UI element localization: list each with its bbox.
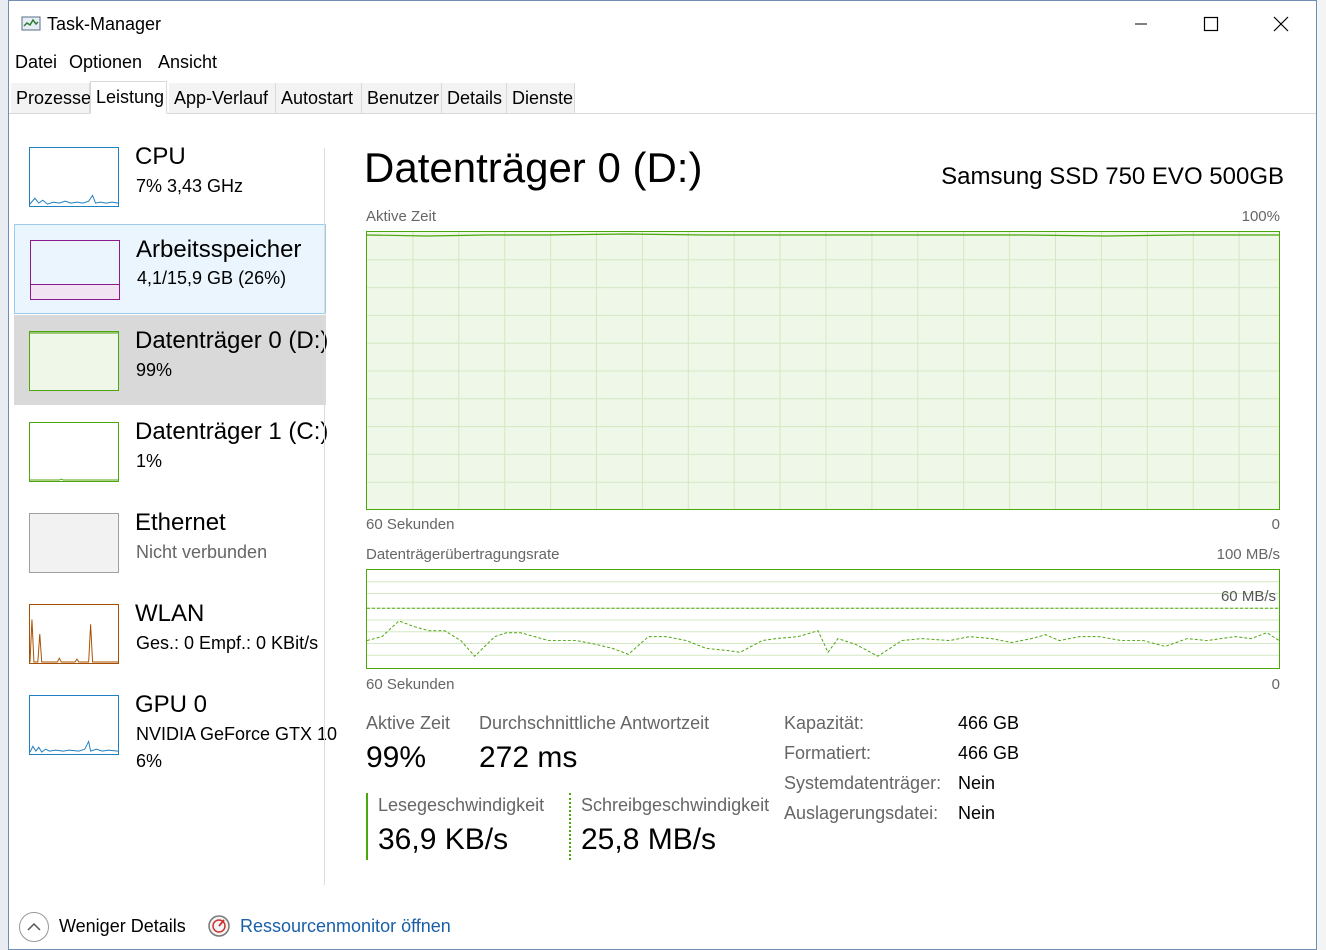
graph2-mid-label: 60 MB/s — [1220, 588, 1276, 605]
sidebar-item-disk-0[interactable]: Datenträger 0 (D:) 99% — [14, 315, 329, 405]
graph1-max: 100% — [1241, 208, 1280, 225]
sidebar-disk0-value: 99% — [136, 360, 173, 380]
page-title: Datenträger 0 (D:) — [364, 144, 703, 191]
task-manager-window: Task-Manager Datei Optionen Ansicht Proz… — [8, 0, 1317, 950]
write-speed-label: Schreibgeschwindigkeit — [581, 795, 770, 815]
sidebar-memory-value: 4,1/15,9 GB (26%) — [137, 268, 287, 288]
tab-leistung[interactable]: Leistung — [90, 81, 167, 114]
read-speed-value: 36,9 KB/s — [378, 823, 509, 856]
performance-sidebar: CPU 7% 3,43 GHz Arbeitsspeicher 4,1/15,9… — [14, 131, 337, 891]
menu-optionen[interactable]: Optionen — [69, 52, 142, 73]
active-time-graph — [366, 231, 1280, 510]
sidebar-disk1-title: Datenträger 1 (C:) — [135, 418, 329, 445]
read-speed-marker — [366, 793, 368, 860]
maximize-icon — [1203, 16, 1219, 32]
graph1-label: Aktive Zeit — [366, 208, 437, 225]
tab-dienste[interactable]: Dienste — [507, 83, 575, 113]
tab-app-verlauf[interactable]: App-Verlauf — [169, 83, 276, 113]
minimize-button[interactable] — [1106, 1, 1176, 47]
gpu-thumbnail-graph — [29, 695, 119, 755]
tab-details[interactable]: Details — [442, 83, 507, 113]
response-time-label: Durchschnittliche Antwortzeit — [479, 713, 710, 733]
sidebar-item-ethernet[interactable]: Ethernet Nicht verbunden — [14, 497, 326, 587]
capacity-label: Kapazität: — [784, 713, 865, 733]
menu-datei[interactable]: Datei — [15, 52, 57, 73]
capacity-value: 466 GB — [958, 713, 1020, 733]
device-name: Samsung SSD 750 EVO 500GB — [941, 163, 1284, 190]
sidebar-divider — [324, 148, 325, 885]
fewer-details-label[interactable]: Weniger Details — [59, 916, 186, 937]
open-resource-monitor-link[interactable]: Ressourcenmonitor öffnen — [240, 916, 451, 937]
sidebar-cpu-title: CPU — [135, 143, 186, 170]
sidebar-item-cpu[interactable]: CPU 7% 3,43 GHz — [14, 131, 326, 221]
tab-autostart[interactable]: Autostart — [276, 83, 362, 113]
sidebar-gpu-name: NVIDIA GeForce GTX 10 — [136, 724, 338, 744]
tab-prozesse[interactable]: Prozesse — [11, 83, 91, 113]
sidebar-disk1-value: 1% — [136, 451, 163, 471]
sidebar-item-memory[interactable]: Arbeitsspeicher 4,1/15,9 GB (26%) — [14, 224, 326, 314]
graph2-label: Datenträgerübertragungsrate — [366, 546, 560, 563]
close-button[interactable] — [1246, 1, 1316, 47]
minimize-icon — [1135, 23, 1147, 25]
active-time-value: 99% — [366, 741, 427, 774]
sidebar-item-gpu[interactable]: GPU 0 NVIDIA GeForce GTX 10 6% — [14, 679, 337, 771]
tab-benutzer[interactable]: Benutzer — [362, 83, 442, 113]
write-speed-marker — [569, 793, 571, 860]
footer: Weniger Details Ressourcenmonitor öffnen — [9, 906, 1316, 950]
page-file-label: Auslagerungsdatei: — [784, 803, 939, 823]
sidebar-item-disk-1[interactable]: Datenträger 1 (C:) 1% — [14, 406, 329, 496]
write-speed-value: 25,8 MB/s — [581, 823, 717, 856]
title-bar[interactable]: Task-Manager — [9, 1, 1316, 47]
sidebar-wlan-title: WLAN — [135, 600, 205, 627]
graph2-max: 100 MB/s — [1216, 546, 1280, 563]
menu-ansicht[interactable]: Ansicht — [158, 52, 217, 73]
tab-bar: Prozesse Leistung App-Verlauf Autostart … — [9, 81, 1316, 114]
graph1-zero: 0 — [1271, 516, 1280, 533]
disk-detail-panel: Datenträger 0 (D:) Samsung SSD 750 EVO 5… — [364, 141, 1284, 891]
chevron-up-icon — [27, 922, 41, 931]
background-window-edge-right — [1316, 0, 1326, 950]
sidebar-cpu-value: 7% 3,43 GHz — [136, 176, 244, 196]
formatted-label: Formatiert: — [784, 743, 872, 763]
response-time-value: 272 ms — [479, 741, 578, 774]
sidebar-ethernet-value: Nicht verbunden — [136, 542, 268, 562]
close-icon — [1273, 16, 1289, 32]
wlan-thumbnail-graph — [29, 604, 119, 664]
sidebar-memory-title: Arbeitsspeicher — [136, 236, 302, 263]
disk0-thumbnail-graph — [29, 331, 119, 391]
memory-thumbnail-graph — [30, 240, 120, 300]
sidebar-gpu-title: GPU 0 — [135, 691, 208, 718]
task-manager-icon — [21, 16, 41, 31]
sidebar-gpu-value: 6% — [136, 751, 163, 771]
graph2-time-label: 60 Sekunden — [366, 676, 455, 693]
sidebar-item-wlan[interactable]: WLAN Ges.: 0 Empf.: 0 KBit/s — [14, 588, 326, 678]
window-title: Task-Manager — [47, 14, 162, 34]
menu-bar: Datei Optionen Ansicht — [9, 47, 1316, 77]
fewer-details-toggle[interactable] — [19, 912, 49, 942]
cpu-thumbnail-graph — [29, 147, 119, 207]
graph1-time-label: 60 Sekunden — [366, 516, 455, 533]
system-disk-label: Systemdatenträger: — [784, 773, 942, 793]
page-file-value: Nein — [958, 803, 996, 823]
maximize-button[interactable] — [1176, 1, 1246, 47]
read-speed-label: Lesegeschwindigkeit — [378, 795, 545, 815]
sidebar-disk0-title: Datenträger 0 (D:) — [135, 327, 329, 354]
sidebar-wlan-value: Ges.: 0 Empf.: 0 KBit/s — [136, 633, 319, 653]
resource-monitor-icon — [208, 915, 230, 937]
sidebar-ethernet-title: Ethernet — [135, 509, 226, 536]
ethernet-thumbnail-graph — [29, 513, 119, 573]
system-disk-value: Nein — [958, 773, 996, 793]
formatted-value: 466 GB — [958, 743, 1020, 763]
transfer-rate-graph — [366, 569, 1280, 669]
disk1-thumbnail-graph — [29, 422, 119, 482]
graph2-zero: 0 — [1271, 676, 1280, 693]
active-time-label: Aktive Zeit — [366, 713, 451, 733]
